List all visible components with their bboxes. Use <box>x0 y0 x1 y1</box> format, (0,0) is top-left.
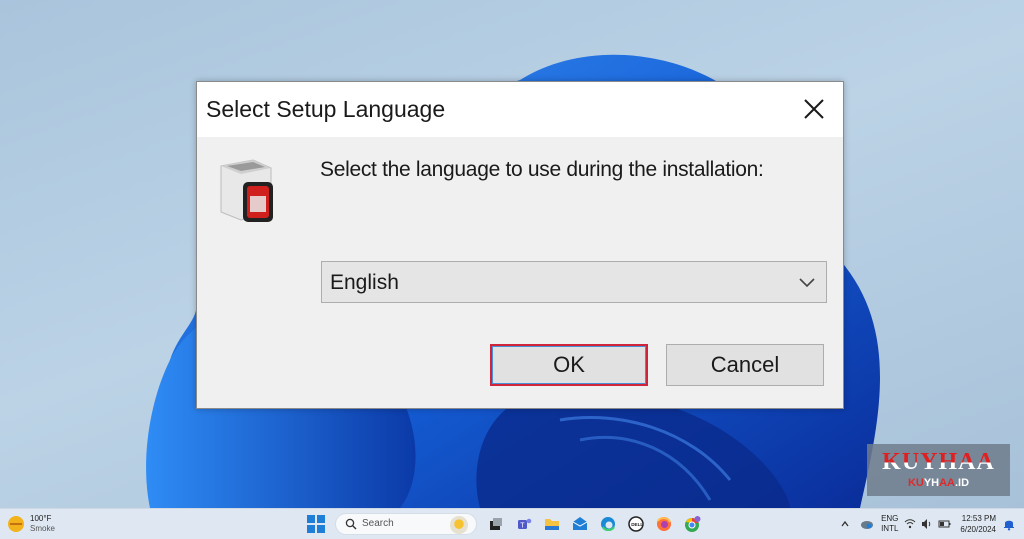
setup-language-dialog: Select Setup Language Select the languag… <box>196 81 844 409</box>
weather-temperature: 100°F <box>30 514 52 523</box>
edge-icon[interactable] <box>599 515 617 533</box>
taskbar-center: Search T DELL <box>307 512 701 536</box>
chevron-up-icon[interactable] <box>839 518 851 530</box>
svg-text:T: T <box>520 523 525 530</box>
language-select[interactable]: English <box>321 261 827 303</box>
mail-icon[interactable] <box>571 515 589 533</box>
taskbar: 100°F Smoke Search T DELL ENG INTL 12:53… <box>0 508 1024 539</box>
onedrive-icon[interactable] <box>859 517 875 531</box>
dialog-title: Select Setup Language <box>206 96 446 122</box>
clock-date: 6/20/2024 <box>960 525 996 534</box>
volume-icon[interactable] <box>920 518 934 530</box>
system-tray: ENG INTL 12:53 PM 6/20/2024 <box>839 509 1024 539</box>
cancel-button[interactable]: Cancel <box>666 344 824 386</box>
weather-smoke-icon <box>8 516 24 532</box>
search-highlight-icon <box>450 516 468 534</box>
search-placeholder: Search <box>362 518 394 529</box>
teams-icon[interactable]: T <box>515 515 533 533</box>
clock[interactable]: 12:53 PM 6/20/2024 <box>960 513 996 535</box>
watermark: KUYHAA KUYHAA.ID <box>867 444 1010 496</box>
ok-button[interactable]: OK <box>490 344 648 386</box>
installer-box-icon <box>220 159 273 222</box>
input-language[interactable]: ENG INTL <box>881 514 898 534</box>
file-explorer-icon[interactable] <box>543 515 561 533</box>
weather-widget[interactable]: 100°F Smoke <box>8 514 55 534</box>
close-icon[interactable] <box>799 94 829 124</box>
notification-bell-icon[interactable] <box>1002 517 1016 531</box>
search-icon <box>345 518 357 530</box>
firefox-icon[interactable] <box>655 515 673 533</box>
clock-time: 12:53 PM <box>961 514 996 523</box>
language-select-value: English <box>330 271 399 294</box>
wifi-icon[interactable] <box>904 518 916 530</box>
battery-icon[interactable] <box>938 518 952 530</box>
weather-condition: Smoke <box>30 524 55 533</box>
taskbar-search[interactable]: Search <box>335 513 477 535</box>
svg-text:DELL: DELL <box>631 522 643 527</box>
windows-start-icon[interactable] <box>307 515 325 533</box>
chrome-icon[interactable] <box>683 515 701 533</box>
watermark-subtitle: KUYHAA.ID <box>907 477 970 489</box>
task-view-icon[interactable] <box>487 515 505 533</box>
dell-icon[interactable]: DELL <box>627 515 645 533</box>
watermark-title: KUYHAA <box>867 449 1010 476</box>
chevron-down-icon <box>799 278 815 288</box>
dialog-titlebar: Select Setup Language <box>197 82 843 137</box>
language-prompt: Select the language to use during the in… <box>320 158 764 181</box>
